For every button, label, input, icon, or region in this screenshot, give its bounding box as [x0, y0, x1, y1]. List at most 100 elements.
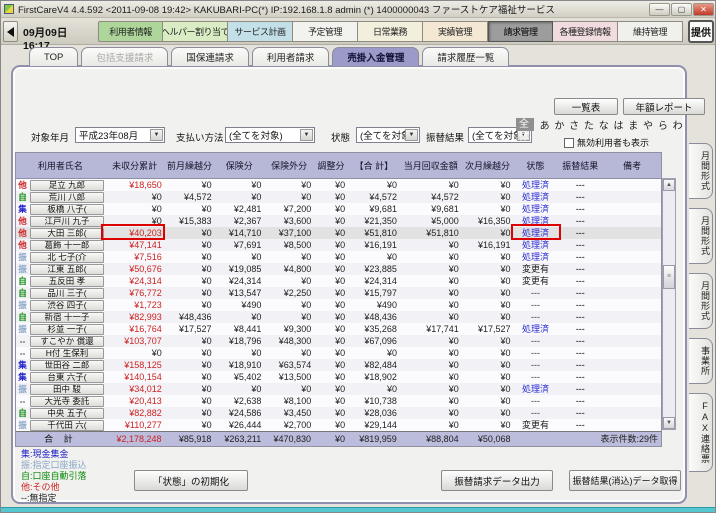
table-scrollbar[interactable]: ▲ ≡ ▼: [662, 178, 676, 430]
user-name-button[interactable]: 千代田 六(: [30, 420, 104, 431]
table-row[interactable]: 集世田谷 二郎¥158,125¥0¥18,910¥63,574¥0¥82,484…: [16, 359, 661, 371]
provide-mode-button[interactable]: 提供: [688, 20, 714, 43]
table-row[interactable]: 自荒川 八郎¥0¥4,572¥0¥0¥0¥4,572¥4,572¥0処理済---: [16, 191, 661, 203]
chevron-down-icon[interactable]: ▼: [150, 129, 163, 141]
user-name-button[interactable]: 北 七子(介: [30, 252, 104, 263]
user-name-button[interactable]: 大光寺 委託: [30, 396, 104, 407]
close-button[interactable]: ✕: [693, 3, 714, 16]
transfer-result-import-button[interactable]: 振替結果(消込)データ取得: [569, 470, 681, 491]
kana-filter-か[interactable]: か: [552, 117, 567, 132]
table-row[interactable]: 自品川 三子(¥76,772¥0¥13,547¥2,250¥0¥15,797¥0…: [16, 287, 661, 299]
scroll-down-icon[interactable]: ▼: [663, 417, 675, 429]
toolbar-button-registrations[interactable]: 各種登録情報: [553, 21, 618, 42]
user-name-cell: 葛飾 十一郎: [29, 239, 105, 251]
maximize-button[interactable]: ▢: [671, 3, 692, 16]
table-row[interactable]: 振千代田 六(¥110,277¥0¥26,444¥2,700¥0¥29,144¥…: [16, 419, 661, 431]
table-row[interactable]: 自中央 五子(¥82,882¥0¥24,586¥3,450¥0¥28,036¥0…: [16, 407, 661, 419]
back-arrow-button[interactable]: [3, 21, 18, 42]
user-name-button[interactable]: 江戸川 九子: [30, 216, 104, 227]
table-row[interactable]: --H付 生保利¥0¥0¥0¥0¥0¥0¥0¥0------: [16, 347, 661, 359]
side-tab-office[interactable]: 事業所: [689, 338, 713, 384]
scrollbar-thumb[interactable]: ≡: [663, 265, 675, 289]
kana-filter-な[interactable]: な: [596, 117, 611, 132]
kana-filter-は[interactable]: は: [611, 117, 626, 132]
user-name-button[interactable]: 五反田 孝: [30, 276, 104, 287]
table-row[interactable]: 振杉並 一子(¥16,764¥17,527¥8,441¥9,300¥0¥35,2…: [16, 323, 661, 335]
user-name-button[interactable]: 渋谷 四子(: [30, 300, 104, 311]
payment-method-select[interactable]: (全てを対象) ▼: [225, 127, 315, 143]
target-month-select[interactable]: 平成23年08月 ▼: [75, 127, 165, 143]
table-row[interactable]: 振北 七子(介¥7,516¥0¥0¥0¥0¥0¥0¥0処理済---: [16, 251, 661, 263]
insurance-cell: ¥19,085: [215, 263, 265, 275]
collected-cell: ¥0: [400, 179, 462, 191]
user-name-button[interactable]: 江東 五郎(: [30, 264, 104, 275]
status-filter-select[interactable]: (全てを対象) ▼: [356, 127, 420, 143]
toolbar-button-schedule[interactable]: 予定管理: [293, 21, 358, 42]
user-name-button[interactable]: 大田 三郎(: [30, 228, 104, 239]
table-row[interactable]: 振江東 五郎(¥50,676¥0¥19,085¥4,800¥0¥23,885¥0…: [16, 263, 661, 275]
list-report-button[interactable]: 一覧表: [554, 98, 618, 115]
side-tab-fax[interactable]: FAX連絡票: [689, 393, 713, 472]
minimize-button[interactable]: —: [649, 3, 670, 16]
user-name-button[interactable]: 杉並 一子(: [30, 324, 104, 335]
table-row[interactable]: 集台東 六子(¥140,154¥0¥5,402¥13,500¥0¥18,902¥…: [16, 371, 661, 383]
user-name-button[interactable]: 板橋 八子(: [30, 204, 104, 215]
kana-filter-ま[interactable]: ま: [626, 117, 641, 132]
side-tab-monthly-2[interactable]: 月間形式: [689, 208, 713, 264]
kana-filter-あ[interactable]: あ: [537, 117, 552, 132]
table-row[interactable]: 自新宿 十一子¥82,993¥48,436¥0¥0¥0¥48,436¥0¥0--…: [16, 311, 661, 323]
toolbar-button-billing[interactable]: 請求管理: [488, 21, 553, 42]
user-name-button[interactable]: 荒川 八郎: [30, 192, 104, 203]
column-header-8: 次月繰越分: [462, 153, 514, 178]
table-row[interactable]: --大光寺 委託¥20,413¥0¥2,638¥8,100¥0¥10,738¥0…: [16, 395, 661, 407]
side-tab-monthly-3[interactable]: 月間形式: [689, 273, 713, 329]
show-inactive-checkbox[interactable]: [564, 138, 574, 148]
transfer-request-export-button[interactable]: 振替請求データ出力: [441, 470, 553, 491]
tab-riyousha[interactable]: 利用者請求: [252, 47, 330, 66]
toolbar-button-service-plan[interactable]: サービス計画: [228, 21, 293, 42]
table-row[interactable]: --すこやか 償還¥103,707¥0¥18,796¥48,300¥0¥67,0…: [16, 335, 661, 347]
kana-filter-さ[interactable]: さ: [567, 117, 582, 132]
tab-kokuhoren[interactable]: 国保連請求: [171, 47, 249, 66]
side-tab-monthly-1[interactable]: 月間形式: [689, 143, 713, 199]
user-name-button[interactable]: 葛飾 十一郎: [30, 240, 104, 251]
toolbar-button-results[interactable]: 実績管理: [423, 21, 488, 42]
next-carryover-cell: ¥0: [462, 179, 514, 191]
user-name-button[interactable]: 台東 六子(: [30, 372, 104, 383]
user-name-button[interactable]: 足立 九郎: [30, 180, 104, 191]
table-row[interactable]: 振渋谷 四子(¥1,723¥0¥490¥0¥0¥490¥0¥0------: [16, 299, 661, 311]
collected-cell: ¥0: [400, 407, 462, 419]
user-name-button[interactable]: 世田谷 二郎: [30, 360, 104, 371]
table-row[interactable]: 振田中 駿¥34,012¥0¥0¥0¥0¥0¥0¥0処理済---: [16, 383, 661, 395]
kana-filter-た[interactable]: た: [582, 117, 597, 132]
insurance-cell: ¥24,586: [215, 407, 265, 419]
kana-filter-all[interactable]: 全体: [516, 118, 534, 131]
user-name-button[interactable]: すこやか 償還: [30, 336, 104, 347]
scroll-up-icon[interactable]: ▲: [663, 179, 675, 191]
tab-top[interactable]: TOP: [29, 47, 78, 66]
table-row[interactable]: 他足立 九郎¥18,650¥0¥0¥0¥0¥0¥0¥0処理済---: [16, 179, 661, 191]
tab-urikake[interactable]: 売掛入金管理: [332, 47, 419, 66]
table-row[interactable]: 集板橋 八子(¥0¥0¥2,481¥7,200¥0¥9,681¥9,681¥0処…: [16, 203, 661, 215]
user-name-button[interactable]: 田中 駿: [30, 384, 104, 395]
chevron-down-icon[interactable]: ▼: [300, 129, 313, 141]
payment-type-cell: --: [16, 347, 29, 359]
toolbar-button-helper-assign[interactable]: ヘルパー割り当て: [163, 21, 228, 42]
toolbar-button-user-info[interactable]: 利用者情報: [98, 21, 163, 42]
user-name-button[interactable]: 中央 五子(: [30, 408, 104, 419]
table-row[interactable]: 他葛飾 十一郎¥47,141¥0¥7,691¥8,500¥0¥16,191¥0¥…: [16, 239, 661, 251]
user-name-button[interactable]: 品川 三子(: [30, 288, 104, 299]
kana-filter-ら[interactable]: ら: [655, 117, 670, 132]
transfer-result-cell: ---: [557, 191, 603, 203]
annual-report-button[interactable]: 年額レポート: [623, 98, 705, 115]
kana-filter-わ[interactable]: わ: [670, 117, 685, 132]
table-row[interactable]: 自五反田 孝¥24,314¥0¥24,314¥0¥0¥24,314¥0¥0変更有…: [16, 275, 661, 287]
chevron-down-icon[interactable]: ▼: [405, 129, 418, 141]
status-init-button[interactable]: 「状態」の初期化: [134, 470, 248, 491]
tab-rireki[interactable]: 請求履歴一覧: [422, 47, 509, 66]
user-name-button[interactable]: H付 生保利: [30, 348, 104, 359]
toolbar-button-maintenance[interactable]: 維持管理: [618, 21, 683, 42]
kana-filter-や[interactable]: や: [641, 117, 656, 132]
user-name-button[interactable]: 新宿 十一子: [30, 312, 104, 323]
toolbar-button-daily-work[interactable]: 日常業務: [358, 21, 423, 42]
